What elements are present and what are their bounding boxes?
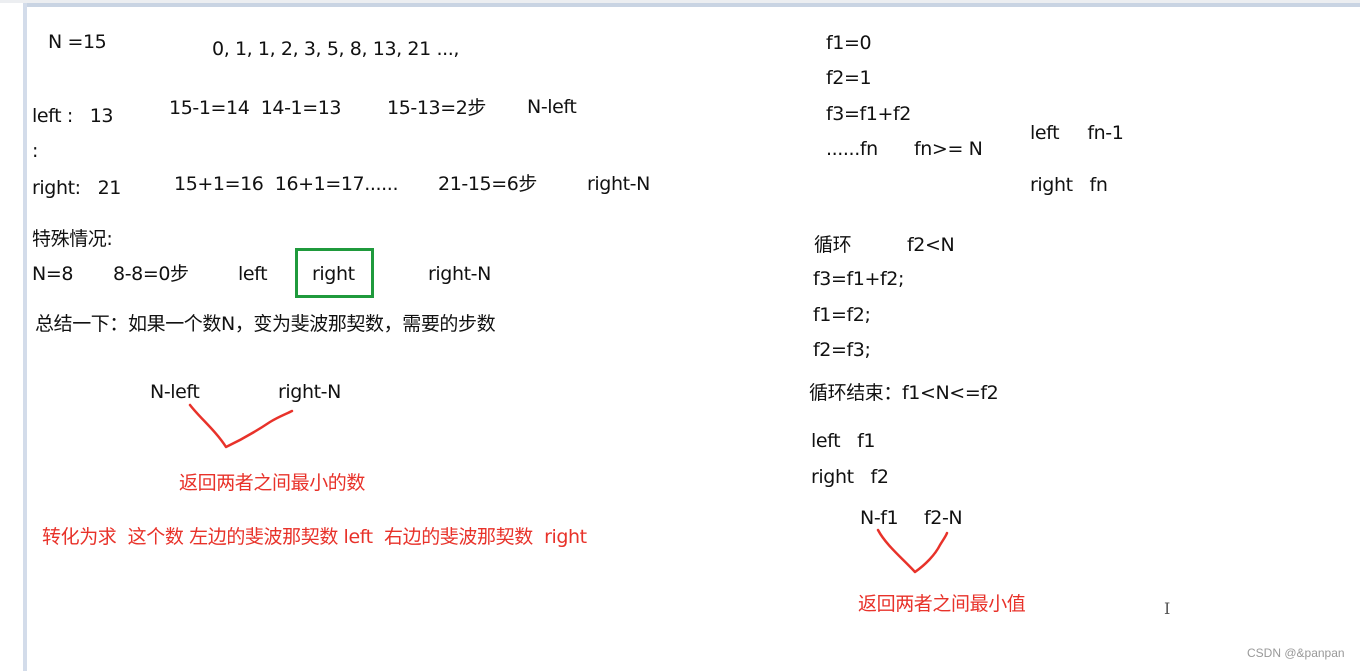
special-n: N=8: [32, 263, 74, 285]
loop-label: 循环: [814, 234, 852, 256]
canvas-frame-left: [23, 3, 27, 671]
right-fn: right fn: [1030, 174, 1108, 196]
watermark: CSDN @&panpan: [1247, 646, 1345, 660]
red-v-stroke-right: [876, 528, 949, 574]
diagram-right-term: right-N: [278, 381, 341, 403]
f1-init: f1=0: [826, 32, 872, 54]
conclusion-text: 转化为求 这个数 左边的斐波那契数 left 右边的斐波那契数 right: [42, 526, 587, 548]
red-v-stroke-left: [188, 403, 294, 449]
right-value-label: right: 21: [32, 177, 121, 199]
diagram-left-term-2: N-f1: [860, 507, 899, 529]
fn-ellipsis: ......fn: [826, 138, 878, 160]
right-steps-b: 21-15=6步: [438, 173, 538, 195]
canvas-frame-top: [23, 3, 1360, 7]
loop-condition: f2<N: [907, 234, 955, 256]
left-formula: N-left: [527, 96, 577, 118]
stray-colon: :: [32, 140, 39, 162]
f2-init: f2=1: [826, 67, 872, 89]
special-left: left: [238, 263, 268, 285]
left-value-label: left : 13: [32, 105, 114, 127]
fibonacci-sequence: 0, 1, 1, 2, 3, 5, 8, 13, 21 ...,: [212, 38, 460, 60]
n-value: N =15: [48, 31, 107, 53]
diagram-right-term-2: f2-N: [924, 507, 963, 529]
f3-formula: f3=f1+f2: [826, 103, 911, 125]
loop-line-3: f2=f3;: [813, 339, 871, 361]
left-steps-b: 15-13=2步: [387, 97, 487, 119]
special-case-heading: 特殊情况:: [32, 228, 113, 250]
special-right-boxed: right: [312, 263, 355, 285]
diagram-result: 返回两者之间最小的数: [179, 472, 366, 494]
loop-end: 循环结束：f1<N<=f2: [809, 382, 999, 404]
summary-text: 总结一下：如果一个数N，变为斐波那契数，需要的步数: [35, 313, 496, 335]
right-f2: right f2: [811, 466, 889, 488]
fn-condition: fn>= N: [914, 138, 983, 160]
special-right-formula: right-N: [428, 263, 491, 285]
special-steps: 8-8=0步: [113, 263, 189, 285]
left-fn: left fn-1: [1030, 122, 1124, 144]
loop-line-2: f1=f2;: [813, 304, 871, 326]
left-f1: left f1: [811, 430, 876, 452]
right-steps-a: 15+1=16 16+1=17......: [174, 173, 399, 195]
left-steps-a: 15-1=14 14-1=13: [169, 97, 342, 119]
loop-line-1: f3=f1+f2;: [813, 268, 904, 290]
diagram-left-term: N-left: [150, 381, 200, 403]
right-formula: right-N: [587, 173, 650, 195]
diagram-result-2: 返回两者之间最小值: [858, 593, 1026, 615]
text-cursor-icon: I: [1164, 599, 1171, 618]
